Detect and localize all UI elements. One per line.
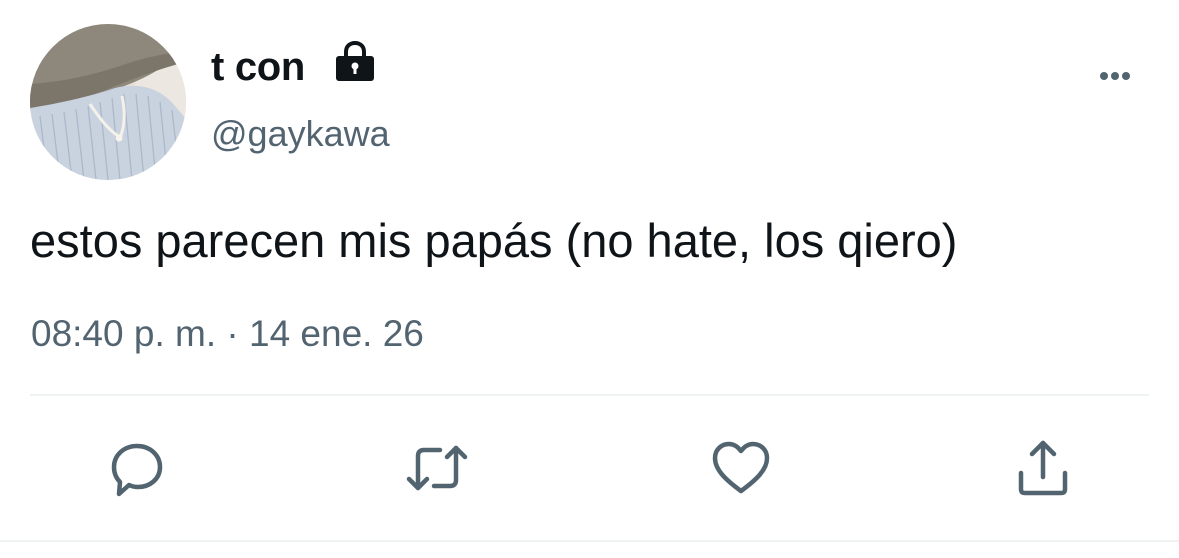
reply-button[interactable] [101,432,173,504]
divider [30,394,1149,396]
heart-icon [712,441,770,494]
timestamp[interactable]: 08:40 p. m. · 14 ene. 26 [31,311,424,357]
handle[interactable]: @gaykawa [211,112,390,156]
bottom-divider [0,540,1179,542]
tweet-text: estos parecen mis papás (no hate, los qi… [30,214,958,267]
retweet-button[interactable] [401,432,473,504]
share-button[interactable] [1007,432,1079,504]
display-name[interactable]: t con [211,42,305,92]
lock-icon [333,40,377,83]
share-icon [1018,440,1068,496]
like-button[interactable] [705,432,777,504]
reply-icon [111,443,163,497]
avatar[interactable] [30,24,186,180]
retweet-icon [406,445,468,491]
more-icon[interactable] [1086,58,1142,94]
